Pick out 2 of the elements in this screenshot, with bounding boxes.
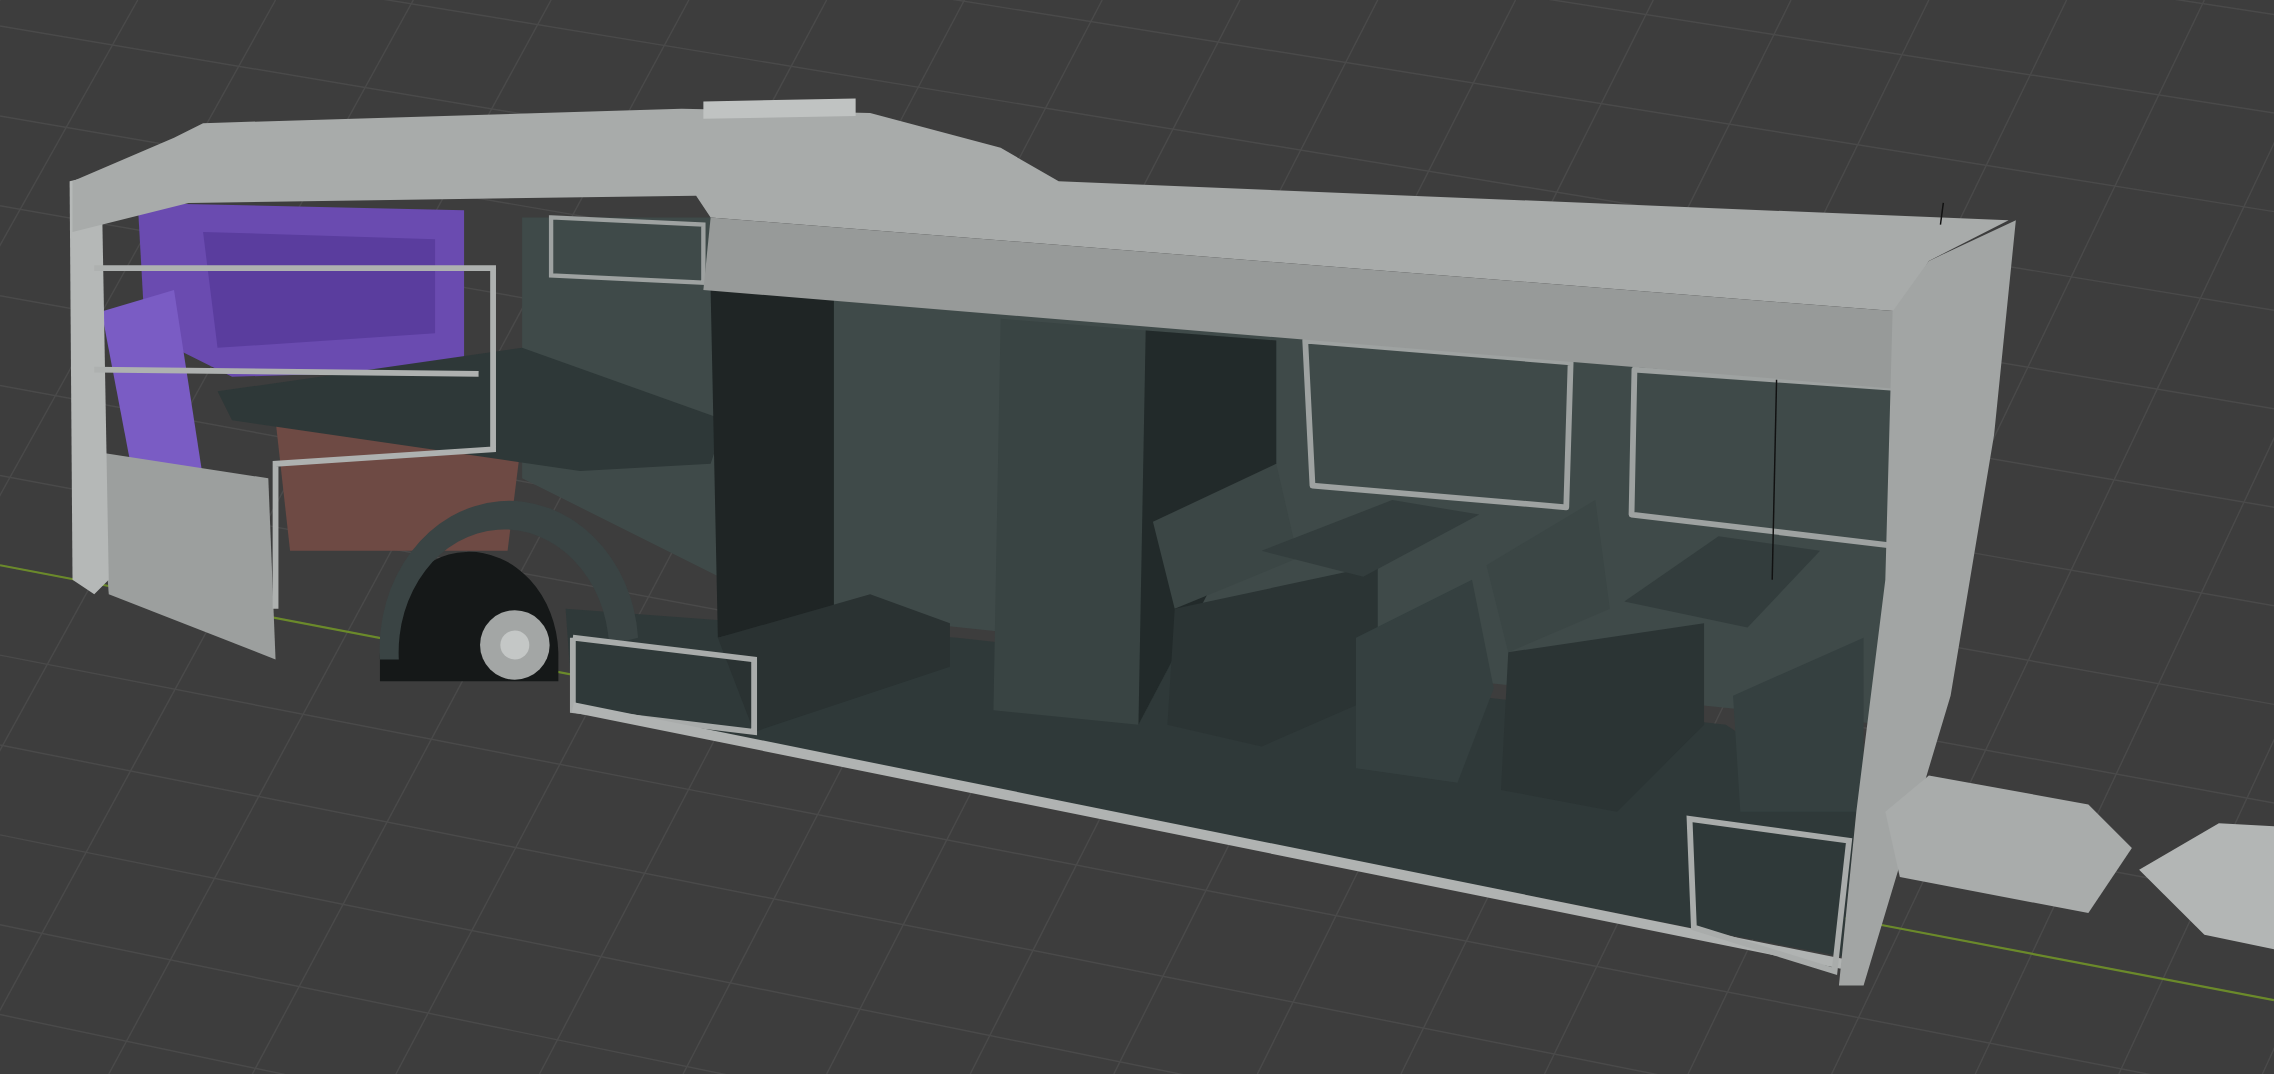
viewport-canvas[interactable]	[0, 0, 2274, 1074]
bus-cutaway-drawing[interactable]	[69, 98, 2274, 986]
